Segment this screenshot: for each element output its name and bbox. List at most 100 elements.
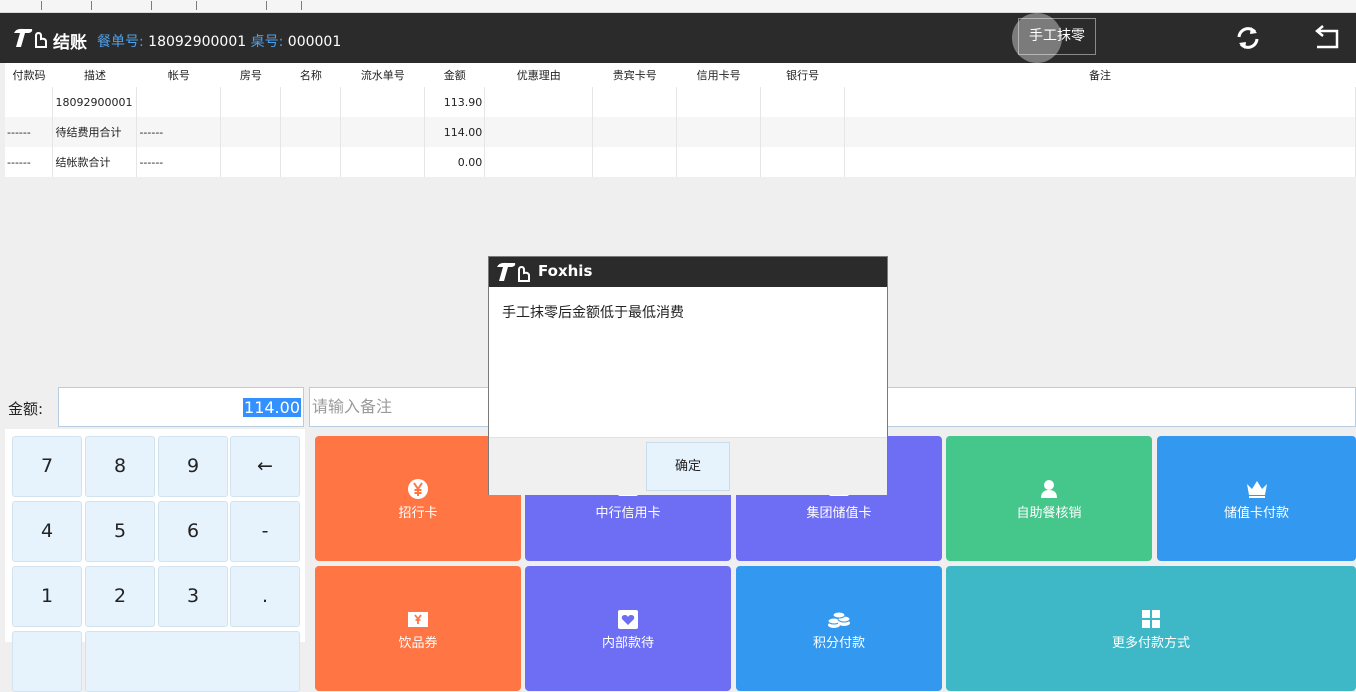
key-partial[interactable]: [85, 631, 300, 692]
return-icon[interactable]: [1313, 24, 1341, 52]
refresh-icon[interactable]: [1234, 24, 1262, 52]
column-header: 贵宾卡号: [592, 63, 677, 87]
table-cell: [844, 87, 1356, 117]
column-header: 名称: [280, 63, 341, 87]
foxhis-logo: [14, 28, 47, 48]
table-cell: [760, 147, 846, 177]
table-cell: [220, 147, 282, 177]
table-cell: [280, 147, 342, 177]
toolbar-icon[interactable]: |: [300, 1, 303, 11]
person-icon: [1041, 480, 1057, 498]
pay-internal-treat-button[interactable]: 内部款待: [525, 566, 731, 691]
table-cell: [484, 87, 594, 117]
key-6[interactable]: 6: [158, 501, 228, 562]
order-info: 餐单号: 18092900001 桌号: 000001: [97, 31, 341, 51]
table-row[interactable]: ------ 待结费用合计 ------ 114.00: [5, 117, 1356, 147]
key-dot[interactable]: .: [230, 566, 300, 627]
table-cell: ------: [136, 147, 222, 177]
table-cell: ------: [136, 117, 222, 147]
pay-label: 集团储值卡: [806, 506, 872, 521]
key-5[interactable]: 5: [85, 501, 155, 562]
coupon-icon: [408, 612, 428, 627]
key-backspace[interactable]: ←: [230, 436, 300, 497]
table-cell: 结帐款合计: [52, 147, 138, 177]
heart-box-icon: [618, 610, 638, 629]
amount-label: 金额:: [8, 400, 44, 418]
pay-more-methods-button[interactable]: 更多付款方式: [946, 566, 1356, 691]
table-cell: [5, 87, 54, 117]
toolbar-icon[interactable]: |: [90, 1, 93, 11]
key-minus[interactable]: -: [230, 501, 300, 562]
table-cell: [592, 87, 678, 117]
checkout-header: 结账 餐单号: 18092900001 桌号: 000001 手工抹零: [0, 13, 1356, 63]
manual-round-label: 手工抹零: [1029, 28, 1085, 44]
column-header: 房号: [220, 63, 281, 87]
table-cell: ------: [5, 147, 54, 177]
manual-round-button[interactable]: 手工抹零: [1012, 13, 1096, 63]
pay-buffet-redeem-button[interactable]: 自助餐核销: [946, 436, 1152, 561]
table-cell: [676, 87, 762, 117]
table-row[interactable]: ------ 结帐款合计 ------ 0.00: [5, 147, 1356, 177]
key-2[interactable]: 2: [85, 566, 155, 627]
toolbar-icon[interactable]: |: [40, 1, 43, 11]
yen-icon: [408, 479, 428, 499]
pay-drink-coupon-button[interactable]: 饮品券: [315, 566, 521, 691]
key-1[interactable]: 1: [12, 566, 82, 627]
top-toolbar-strip: | | | | | |: [0, 0, 1356, 13]
toolbar-icon[interactable]: |: [265, 1, 268, 11]
column-header: 帐号: [136, 63, 221, 87]
table-cell: [592, 147, 678, 177]
alert-dialog: Foxhis 手工抹零后金额低于最低消费 确定: [488, 256, 888, 495]
key-9[interactable]: 9: [158, 436, 228, 497]
table-cell: [340, 147, 426, 177]
table-cell: ------: [5, 117, 54, 147]
column-header: 信用卡号: [676, 63, 761, 87]
table-no-value: 000001: [287, 34, 342, 50]
pay-stored-value-button[interactable]: 储值卡付款: [1157, 436, 1356, 561]
key-3[interactable]: 3: [158, 566, 228, 627]
coins-icon: [827, 611, 851, 628]
ok-button[interactable]: 确定: [646, 442, 730, 491]
bill-table: 付款码 描述 帐号 房号 名称 流水单号 金额 优惠理由 贵宾卡号 信用卡号 银…: [5, 63, 1356, 177]
table-no-label: 桌号:: [250, 34, 284, 50]
toolbar-icon[interactable]: |: [195, 1, 198, 11]
table-row[interactable]: 18092900001 113.90: [5, 87, 1356, 117]
key-4[interactable]: 4: [12, 501, 82, 562]
table-cell: [592, 117, 678, 147]
table-cell: 114.00: [424, 117, 486, 147]
table-header-row: 付款码 描述 帐号 房号 名称 流水单号 金额 优惠理由 贵宾卡号 信用卡号 银…: [5, 63, 1356, 87]
key-8[interactable]: 8: [85, 436, 155, 497]
table-cell: [676, 147, 762, 177]
table-cell: [676, 117, 762, 147]
table-cell: 18092900001: [52, 87, 138, 117]
column-header: 备注: [844, 63, 1356, 87]
table-cell: [220, 87, 282, 117]
pay-points-button[interactable]: 积分付款: [736, 566, 942, 691]
column-header: 金额: [424, 63, 485, 87]
pay-label: 自助餐核销: [1016, 506, 1082, 521]
column-header: 付款码: [5, 63, 53, 87]
amount-input[interactable]: 114.00: [58, 387, 304, 427]
dialog-title: Foxhis: [538, 262, 593, 280]
key-partial[interactable]: [12, 631, 82, 692]
page-title: 结账: [53, 33, 87, 53]
table-cell: [136, 87, 222, 117]
order-no-value: 18092900001: [148, 34, 247, 50]
table-cell: [844, 147, 1356, 177]
toolbar-icon[interactable]: |: [150, 1, 153, 11]
table-cell: [280, 87, 342, 117]
key-7[interactable]: 7: [12, 436, 82, 497]
table-cell: [760, 117, 846, 147]
dialog-message: 手工抹零后金额低于最低消费: [502, 305, 684, 321]
column-header: 银行号: [760, 63, 845, 87]
crown-icon: [1246, 481, 1267, 498]
table-cell: 待结费用合计: [52, 117, 138, 147]
order-no-label: 餐单号:: [97, 34, 144, 50]
amount-value: 114.00: [243, 398, 301, 417]
dialog-footer: 确定: [489, 437, 887, 495]
table-cell: [340, 87, 426, 117]
table-cell: [484, 147, 594, 177]
pay-label: 中行信用卡: [595, 506, 661, 521]
table-cell: [340, 117, 426, 147]
dialog-titlebar: Foxhis: [489, 257, 887, 287]
